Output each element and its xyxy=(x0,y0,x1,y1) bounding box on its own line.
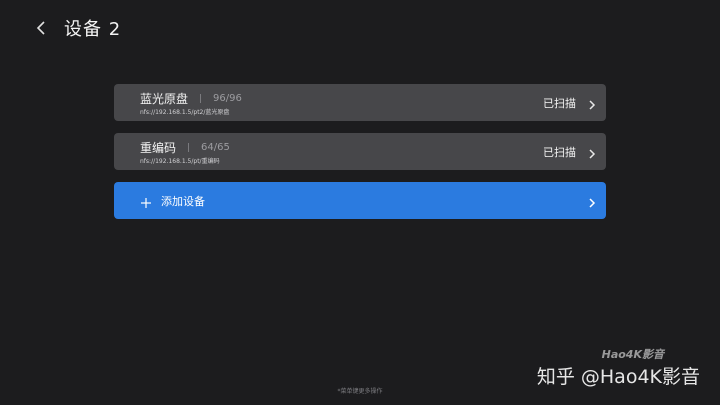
device-card-bluray[interactable]: 蓝光原盘 96/96 nfs://192.168.1.5/pt2/蓝光原盘 已扫… xyxy=(114,84,606,121)
add-device-button[interactable]: 添加设备 xyxy=(114,182,606,219)
device-path: nfs://192.168.1.5/pt/重编码 xyxy=(140,158,220,165)
plus-icon xyxy=(140,194,152,208)
chevron-left-icon[interactable] xyxy=(36,14,54,42)
device-status: 已扫描 xyxy=(543,146,576,159)
footer-hint: *菜单键更多操作 xyxy=(337,388,383,395)
watermark-logo: Hao4K影音 xyxy=(601,348,664,361)
device-path: nfs://192.168.1.5/pt2/蓝光原盘 xyxy=(140,109,230,116)
header: 设备 2 xyxy=(36,14,121,42)
add-device-label: 添加设备 xyxy=(161,195,205,208)
chevron-right-icon xyxy=(588,194,596,208)
device-name: 蓝光原盘 xyxy=(140,92,189,106)
watermark-text: 知乎 @Hao4K影音 xyxy=(536,366,700,388)
device-list: 蓝光原盘 96/96 nfs://192.168.1.5/pt2/蓝光原盘 已扫… xyxy=(114,84,606,219)
device-scan-count: 64/65 xyxy=(201,142,230,153)
page-title: 设备 2 xyxy=(64,19,122,40)
divider xyxy=(200,94,202,103)
chevron-right-icon xyxy=(588,145,596,159)
device-card-reencode[interactable]: 重编码 64/65 nfs://192.168.1.5/pt/重编码 已扫描 xyxy=(114,133,606,170)
divider xyxy=(188,143,190,152)
device-scan-count: 96/96 xyxy=(213,93,242,104)
device-status: 已扫描 xyxy=(543,97,576,110)
chevron-right-icon xyxy=(588,96,596,110)
device-name: 重编码 xyxy=(140,141,177,155)
device-card-header: 蓝光原盘 96/96 xyxy=(140,90,242,107)
device-card-header: 重编码 64/65 xyxy=(140,139,230,156)
